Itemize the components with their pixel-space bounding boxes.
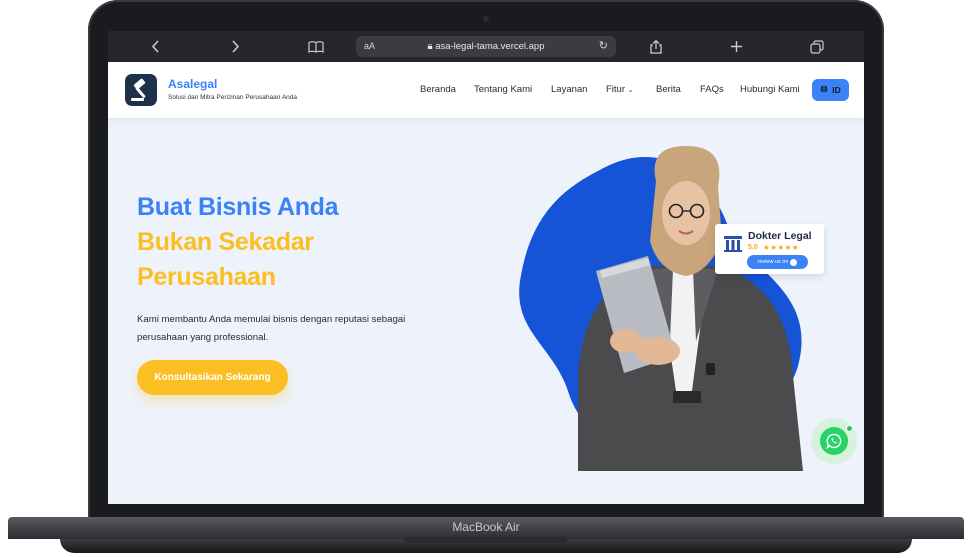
hero-title-line-2: Bukan Sekadar (137, 228, 314, 256)
language-label: ID (832, 85, 841, 95)
language-button[interactable]: ID (812, 79, 849, 101)
address-bar[interactable]: aA 🔒︎ asa-legal-tama.vercel.app ↻ (356, 36, 616, 57)
nav-link-berita[interactable]: Berita (656, 62, 681, 118)
hero-description: Kami membantu Anda memulai bisnis dengan… (137, 314, 406, 343)
nav-link-layanan[interactable]: Layanan (551, 62, 587, 118)
review-badge[interactable]: Dokter Legal 5.0 ★★★★★ review us on (715, 224, 824, 274)
notification-dot (846, 425, 853, 432)
hero-title-line-3: Perusahaan (137, 263, 276, 291)
review-us-label: review us on (757, 259, 789, 265)
nav-link-faqs[interactable]: FAQs (700, 62, 724, 118)
chevron-right-icon[interactable] (223, 31, 247, 62)
nav-link-fitur-label: Fitur (606, 84, 625, 95)
camera-icon (483, 16, 489, 22)
rating-score: 5.0 (748, 244, 758, 251)
laptop-mockup: MacBook Air aA 🔒︎ asa-legal-tama.vercel.… (0, 0, 972, 558)
share-icon[interactable] (644, 31, 668, 62)
globe-icon (820, 85, 828, 95)
device-model-label: MacBook Air (452, 520, 520, 534)
brand-name[interactable]: Asalegal (168, 77, 217, 91)
review-us-button[interactable]: review us on (747, 255, 808, 269)
nav-link-fitur[interactable]: Fitur ⌄ (606, 62, 634, 118)
star-rating-icon: ★★★★★ (763, 243, 800, 252)
pillar-logo-icon (722, 233, 744, 253)
tabs-icon[interactable] (805, 31, 829, 62)
review-badge-title: Dokter Legal (748, 230, 812, 242)
hero-illustration (519, 146, 803, 471)
laptop-base: MacBook Air (0, 517, 972, 558)
nav-link-tentang-kami[interactable]: Tentang Kami (474, 62, 532, 118)
consult-now-button[interactable]: Konsultasikan Sekarang (137, 360, 288, 395)
bookmarks-icon[interactable] (304, 31, 328, 62)
url-text: asa-legal-tama.vercel.app (435, 41, 545, 52)
brand-tagline: Solusi dan Mitra Perizinan Perusahaan An… (168, 94, 297, 101)
site-header: Asalegal Solusi dan Mitra Perizinan Peru… (108, 62, 864, 118)
google-icon (790, 258, 798, 266)
reload-icon[interactable]: ↻ (599, 36, 608, 57)
screen: aA 🔒︎ asa-legal-tama.vercel.app ↻ Asaleg… (108, 31, 864, 504)
gavel-logo-icon[interactable] (125, 74, 157, 106)
chevron-left-icon[interactable] (143, 31, 167, 62)
whatsapp-button[interactable] (811, 418, 857, 464)
whatsapp-icon (820, 427, 848, 455)
nav-link-hubungi-kami[interactable]: Hubungi Kami (740, 62, 800, 118)
chevron-down-icon: ⌄ (627, 87, 634, 94)
browser-toolbar: aA 🔒︎ asa-legal-tama.vercel.app ↻ (108, 31, 864, 62)
hero-title-line-1: Buat Bisnis Anda (137, 193, 339, 221)
plus-icon[interactable] (724, 31, 748, 62)
nav-link-beranda[interactable]: Beranda (420, 62, 456, 118)
